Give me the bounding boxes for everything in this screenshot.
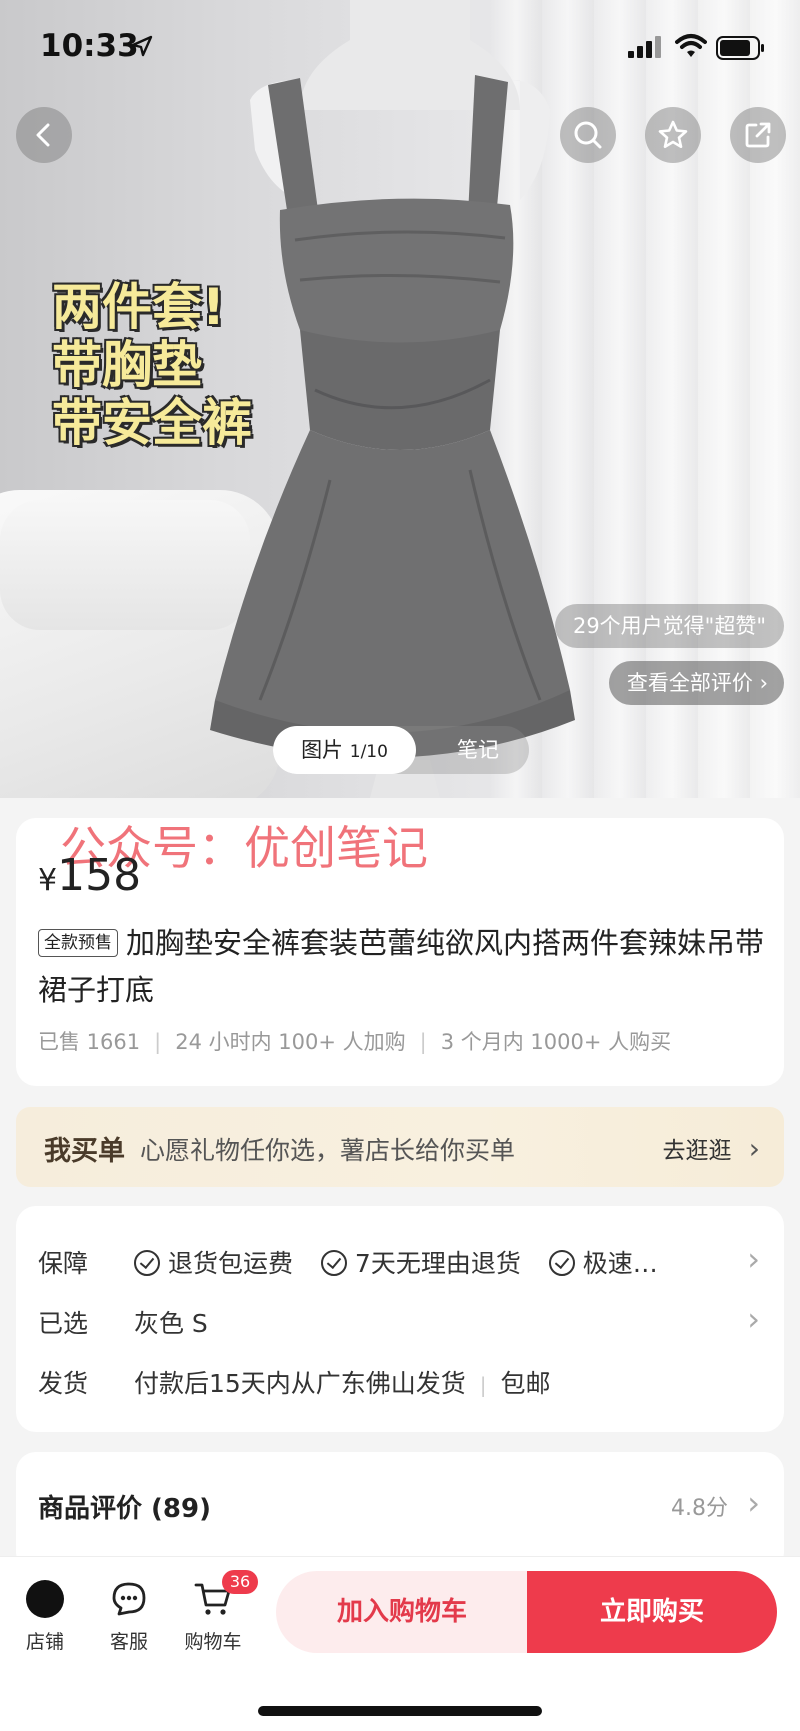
guarantee-item: 极速… [582, 1249, 658, 1278]
customer-service-button[interactable]: 客服 [94, 1577, 164, 1654]
add-to-cart-button[interactable]: 加入购物车 [276, 1571, 528, 1653]
star-icon [658, 120, 688, 148]
promo-line: 带安全裤 [52, 394, 252, 452]
cart-count-badge: 36 [222, 1570, 258, 1594]
gift-banner[interactable]: 我买单 心愿礼物任你选，薯店长给你买单 去逛逛 › [16, 1107, 784, 1187]
banner-title: 我买单 [44, 1136, 125, 1167]
banner-description: 心愿礼物任你选，薯店长给你买单 [140, 1136, 516, 1165]
free-shipping: 包邮 [500, 1369, 551, 1398]
product-title-text: 加胸垫安全裤套装芭蕾纯欲风内搭两件套辣妹吊带裙子打底 [38, 926, 765, 1007]
chevron-right-icon: › [747, 1300, 760, 1338]
check-circle-icon [548, 1250, 575, 1276]
share-button[interactable] [730, 107, 786, 163]
purchases-3m: 3 个月内 1000+ 人购买 [440, 1030, 672, 1054]
search-button[interactable] [560, 107, 616, 163]
service-label: 客服 [109, 1631, 148, 1653]
view-all-reviews-label: 查看全部评价 [626, 671, 753, 695]
promo-line: 带胸垫 [52, 336, 202, 394]
image-counter: 1/10 [349, 742, 388, 762]
media-tab-switch: 图片 1/10 笔记 [273, 726, 529, 774]
check-circle-icon [320, 1250, 347, 1276]
product-title: 全款预售 加胸垫安全裤套装芭蕾纯欲风内搭两件套辣妹吊带裙子打底 [38, 920, 768, 1014]
view-all-reviews-button[interactable]: 查看全部评价 › [608, 661, 784, 705]
price-value: 158 [57, 850, 142, 901]
reviews-heading: 商品评价 (89) [38, 1494, 211, 1524]
back-button[interactable] [16, 107, 72, 163]
cellular-signal-icon [628, 36, 661, 58]
shipping-value: 付款后15天内从广东佛山发货 [133, 1369, 466, 1398]
promo-line: 两件套! [52, 278, 225, 336]
wifi-icon [675, 34, 707, 57]
banner-browse-label: 去逛逛 [662, 1138, 732, 1164]
shipping-row: 发货 付款后15天内从广东佛山发货 | 包邮 [38, 1364, 551, 1400]
selected-value: 灰色 S [133, 1309, 208, 1338]
tab-images[interactable]: 图片 1/10 [273, 726, 416, 774]
presale-tag: 全款预售 [38, 929, 118, 957]
chevron-left-icon [36, 123, 50, 147]
cart-label: 购物车 [184, 1631, 242, 1653]
bottom-action-bar: 店铺 客服 购物车 36 加入购物车 立即购买 [0, 1556, 800, 1731]
chevron-right-icon: › [747, 1484, 760, 1522]
battery-icon [716, 36, 764, 60]
guarantee-row[interactable]: 保障 退货包运费 7天无理由退货 极速… [38, 1244, 678, 1280]
promo-overlay-text: 两件套! 带胸垫 带安全裤 [52, 278, 252, 452]
selected-spec-row[interactable]: 已选 灰色 S [38, 1304, 208, 1340]
selected-label: 已选 [38, 1309, 89, 1338]
guarantee-item: 7天无理由退货 [354, 1249, 521, 1278]
chevron-right-icon: › [759, 671, 768, 695]
sales-stats: 已售 1661 | 24 小时内 100+ 人加购 | 3 个月内 1000+ 人购买 [38, 1030, 672, 1054]
guarantee-item: 退货包运费 [167, 1249, 293, 1278]
store-label: 店铺 [25, 1631, 64, 1653]
cart-adds-24h: 24 小时内 100+ 人加购 [175, 1030, 406, 1054]
sold-count: 已售 1661 [38, 1030, 141, 1054]
banner-browse-link[interactable]: 去逛逛 › [662, 1131, 760, 1165]
buy-now-button[interactable]: 立即购买 [527, 1571, 777, 1653]
review-score: 4.8分 [671, 1496, 728, 1521]
chevron-right-icon: › [747, 1240, 760, 1278]
store-logo-icon [26, 1580, 64, 1618]
status-time: 10:33 [40, 28, 139, 64]
status-bar: 10:33 [0, 0, 800, 96]
user-praise-bubble: 29个用户觉得"超赞" [554, 604, 784, 648]
search-icon [574, 121, 602, 149]
location-arrow-icon [131, 35, 153, 57]
currency-symbol: ¥ [38, 863, 58, 898]
chat-bubble-icon [112, 1582, 146, 1616]
check-circle-icon [133, 1250, 160, 1276]
home-indicator [258, 1706, 542, 1716]
guarantee-label: 保障 [38, 1249, 89, 1278]
favorite-button[interactable] [645, 107, 701, 163]
product-price: ¥158 [38, 850, 141, 901]
share-icon [745, 122, 771, 148]
chevron-right-icon: › [748, 1132, 760, 1165]
tab-images-label: 图片 [301, 738, 344, 762]
shipping-label: 发货 [38, 1369, 89, 1398]
tab-notes[interactable]: 笔记 [433, 726, 523, 774]
store-button[interactable]: 店铺 [10, 1577, 80, 1654]
